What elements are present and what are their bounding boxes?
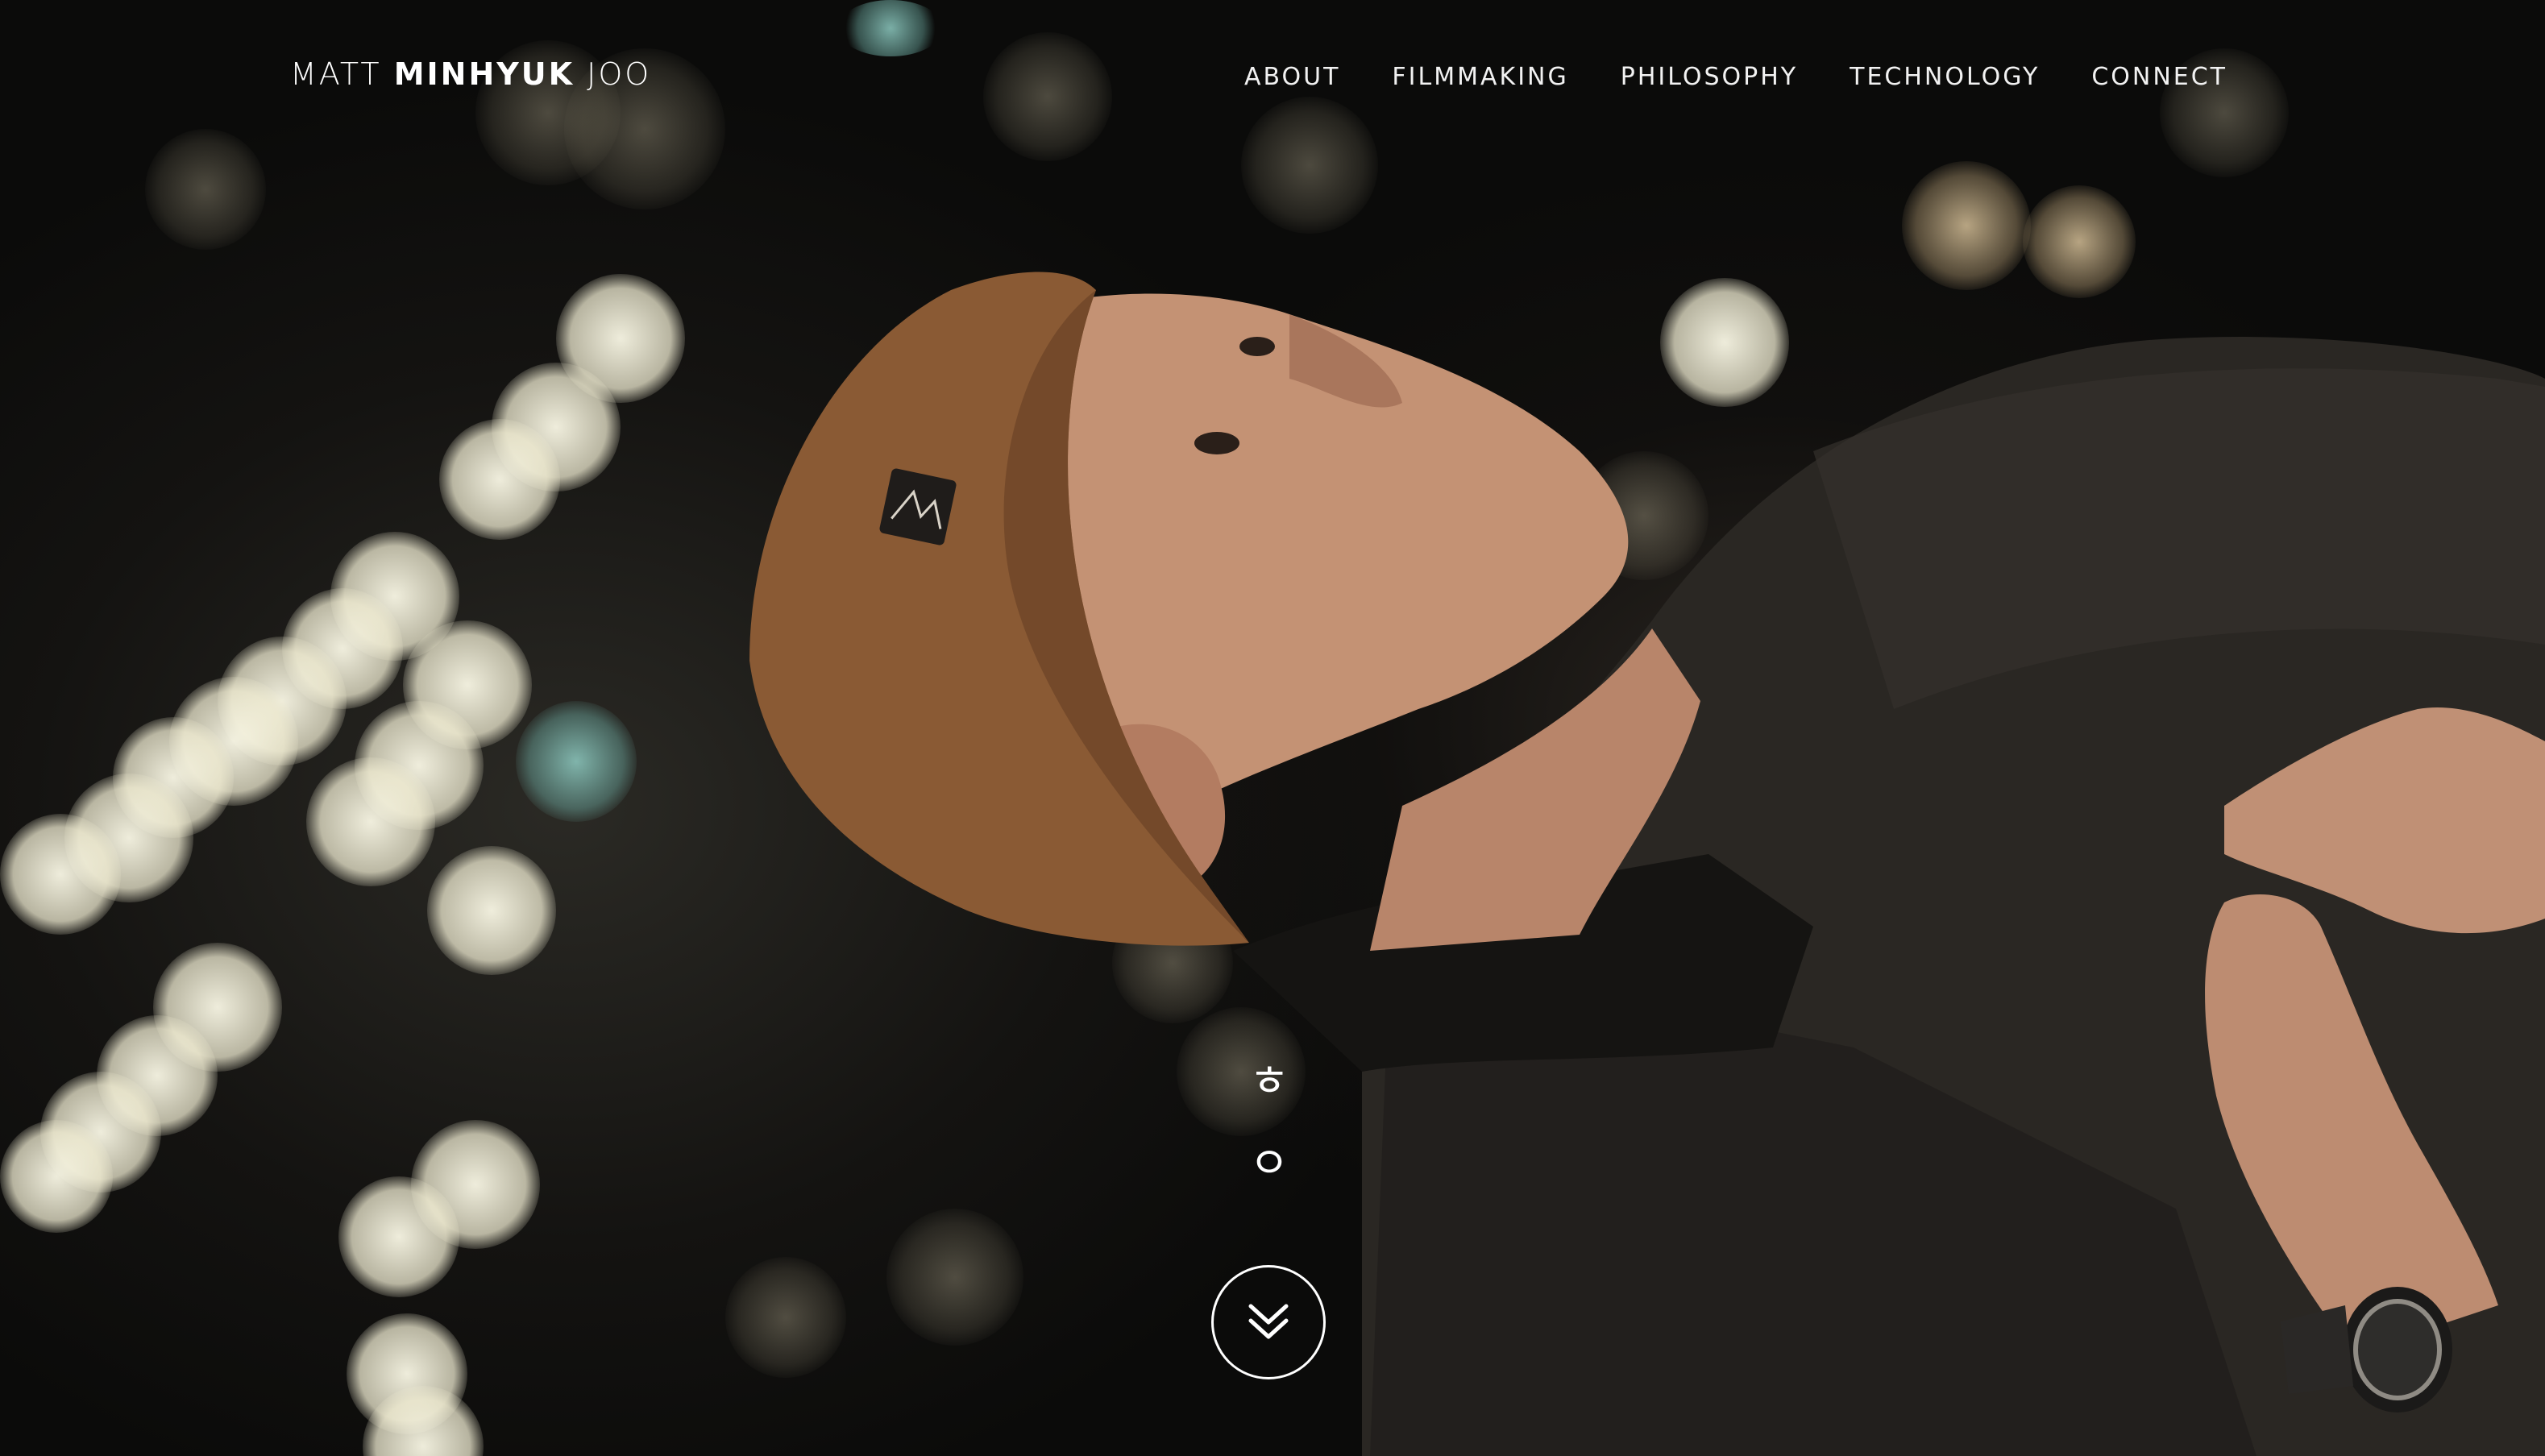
hangul-character: ㅇ [1249,1138,1289,1188]
vertical-hangul-text: ㅎ ㅇ [1241,1060,1297,1185]
double-chevron-down-icon [1248,1304,1289,1339]
main-nav: ABOUT FILMMAKING PHILOSOPHY TECHNOLOGY C… [1244,63,2227,91]
logo-last-name: JOO [587,56,652,92]
portrait-photo [749,272,2545,1456]
logo-middle-name: MINHYUK [393,56,575,92]
scroll-down-button[interactable] [1211,1265,1326,1379]
site-header: MATT MINHYUK JOO ABOUT FILMMAKING PHILOS… [0,0,2545,153]
nav-link-philosophy[interactable]: PHILOSOPHY [1621,63,1798,91]
logo-first-name: MATT [290,56,382,92]
nav-link-connect[interactable]: CONNECT [2091,63,2227,91]
hangul-character: ㅎ [1249,1056,1289,1106]
hero-section: MATT MINHYUK JOO ABOUT FILMMAKING PHILOS… [0,0,2545,1456]
nav-link-filmmaking[interactable]: FILMMAKING [1392,63,1568,91]
nav-link-technology[interactable]: TECHNOLOGY [1850,63,2040,91]
site-logo[interactable]: MATT MINHYUK JOO [290,56,651,92]
nav-link-about[interactable]: ABOUT [1244,63,1340,91]
